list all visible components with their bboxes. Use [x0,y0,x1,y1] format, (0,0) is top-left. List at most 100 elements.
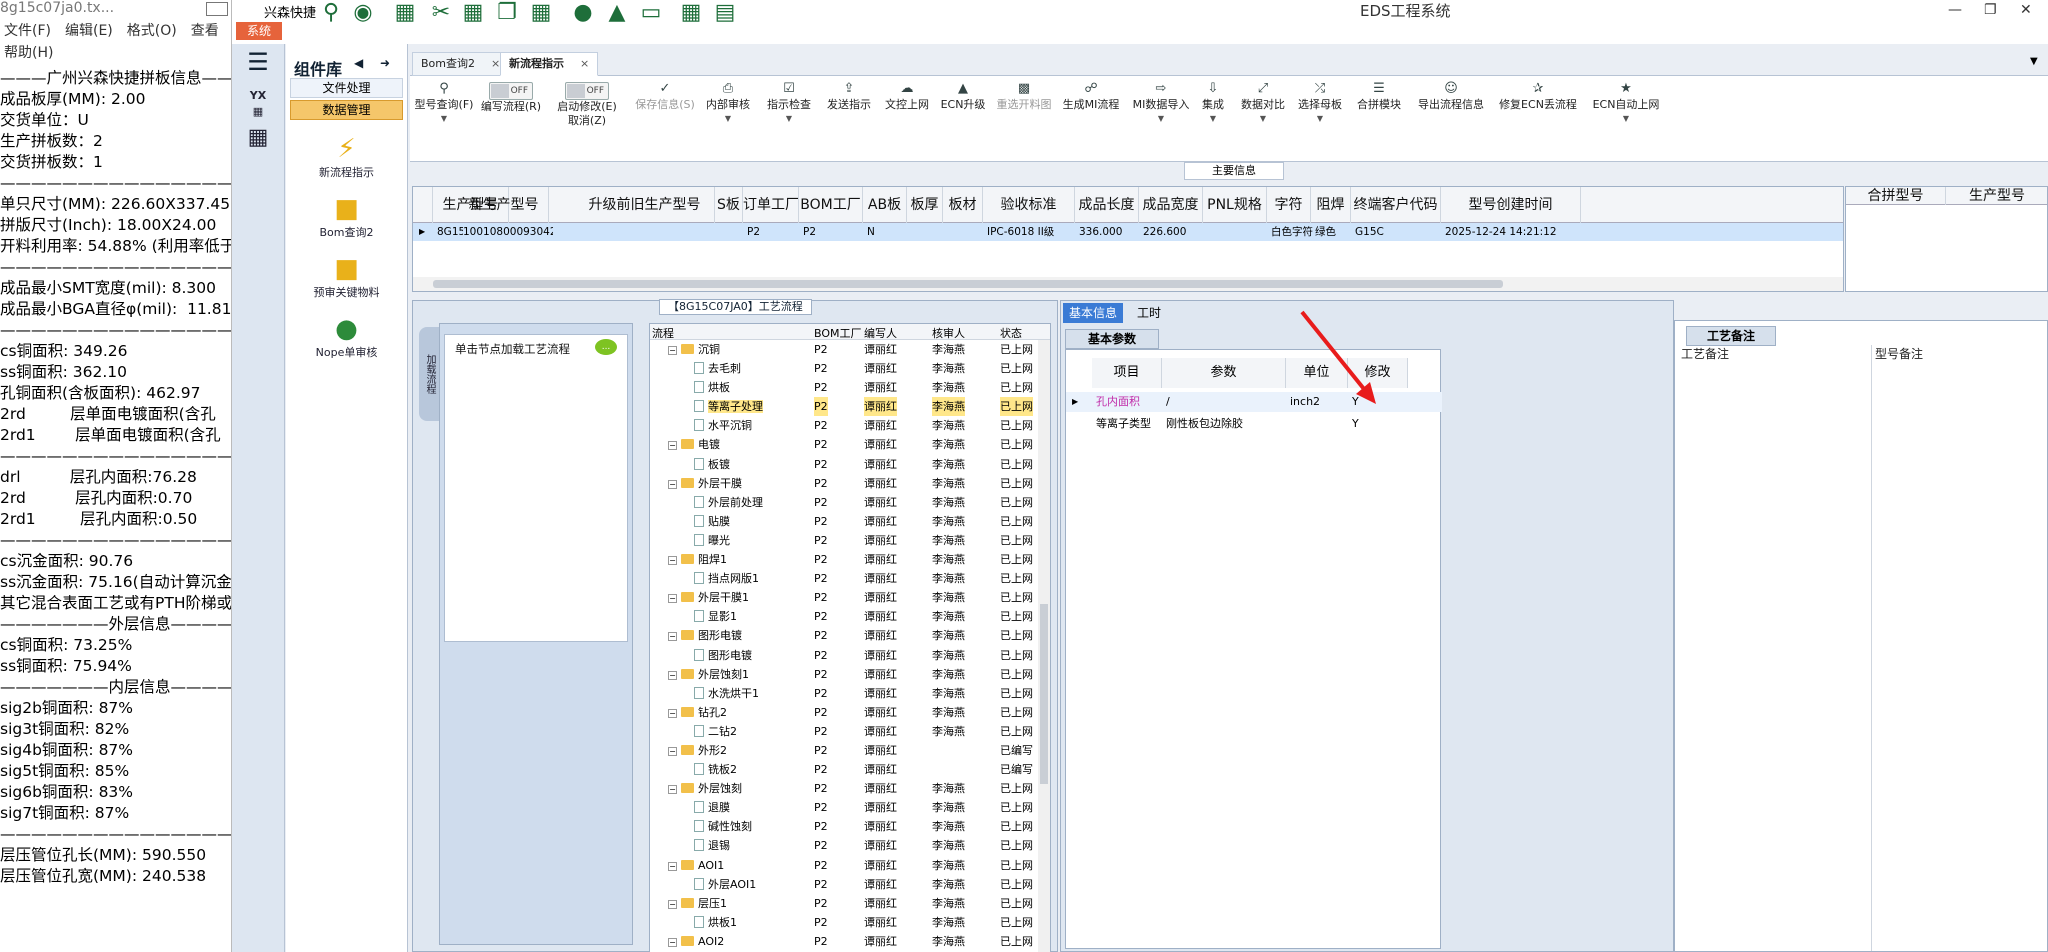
grid-cell[interactable]: 226.600 [1143,223,1207,241]
cancel-label[interactable]: 取消(Z) [568,114,606,127]
data-compare-button[interactable]: ⤢ 数据对比 ▼ [1236,82,1290,150]
grid-col[interactable]: 成品长度 [1075,187,1139,223]
tree-row[interactable]: 贴膜 P2 谭丽红 李海燕 已上网 [650,512,1050,531]
grid-col[interactable]: 验收标准 [983,187,1075,223]
pin-icon[interactable]: ➜ [380,56,390,70]
windows-icon[interactable]: ▦ [678,0,704,26]
grid-icon[interactable]: ▦ [460,0,486,26]
user-icon[interactable]: ● [570,0,596,26]
grid-cell[interactable] [579,223,719,241]
tree-row[interactable]: 烘板1 P2 谭丽红 李海燕 已上网 [650,913,1050,932]
close-icon[interactable]: ✕ [2020,2,2032,18]
ecn-upgrade-button[interactable]: ▲ ECN升级 [938,82,988,150]
maximize-icon[interactable] [206,2,228,16]
grid-col[interactable]: S板 [715,187,743,223]
tree-row[interactable]: − 外形2 P2 谭丽红 已编写 [650,741,1050,760]
model-query-button[interactable]: ⚲ 型号查询(F) ▼ [414,82,474,150]
col-flow[interactable]: 流程 [652,325,674,341]
grid-col[interactable]: 板材 [943,187,983,223]
tab-bom-query2[interactable]: Bom查询2 × [412,52,510,76]
tree-row[interactable]: 铣板2 P2 谭丽红 已编写 [650,760,1050,779]
save-info-button[interactable]: ✓ 保存信息(S) [630,82,700,150]
param-value[interactable]: 刚性板包边除胶 [1166,414,1243,434]
tree-row[interactable]: − 层压1 P2 谭丽红 李海燕 已上网 [650,894,1050,913]
grid-cell[interactable] [1207,223,1271,241]
col-item[interactable]: 项目 [1092,358,1162,388]
tree-row[interactable]: − AOI2 P2 谭丽红 李海燕 已上网 [650,932,1050,951]
edit-flow-toggle[interactable]: OFF 编写流程(R) [476,82,546,150]
section-file-processing[interactable]: 文件处理 [290,78,403,98]
mi-import-button[interactable]: ⇨ MI数据导入 ▼ [1128,82,1194,150]
grid-cell[interactable]: N [867,223,911,241]
col-writer[interactable]: 编写人 [864,325,897,341]
table-icon[interactable]: ▦ [392,0,418,26]
tree-row[interactable]: 退锡 P2 谭丽红 李海燕 已上网 [650,836,1050,855]
expand-icon[interactable]: − [668,899,677,909]
process-note-tab[interactable]: 工艺备注 [1686,326,1776,346]
grid-cell[interactable]: P2 [803,223,867,241]
tree-row[interactable]: 水洗烘干1 P2 谭丽红 李海燕 已上网 [650,684,1050,703]
tree-row[interactable]: − 沉铜 P2 谭丽红 李海燕 已上网 [650,340,1050,359]
grid-cell[interactable]: 白色字符 [1271,223,1315,241]
tree-row[interactable]: − 电镀 P2 谭丽红 李海燕 已上网 [650,435,1050,454]
menu-edit[interactable]: 编辑(E) [65,23,113,39]
tree-row[interactable]: − AOI1 P2 谭丽红 李海燕 已上网 [650,856,1050,875]
tree-row[interactable]: 烘板 P2 谭丽红 李海燕 已上网 [650,378,1050,397]
table-row[interactable]: ▶8G15C07JA010010800093042P2P2NIPC-6018 I… [413,223,1843,241]
expand-icon[interactable]: − [668,746,677,756]
grid-cell[interactable]: 2025-12-24 14:21:12 [1445,223,1585,241]
col-production-model[interactable]: 生产型号 [1946,187,2048,205]
expand-icon[interactable]: − [668,441,677,451]
gen-mi-flow-button[interactable]: ☍ 生成MI流程 [1058,82,1124,150]
tree-row[interactable]: 挡点网版1 P2 谭丽红 李海燕 已上网 [650,569,1050,588]
grid-cell[interactable]: 绿色 [1315,223,1355,241]
system-button[interactable]: 系统 [236,22,282,40]
params-tab[interactable]: 基本参数 [1065,329,1159,349]
tree-row[interactable]: 碱性蚀刻 P2 谭丽红 李海燕 已上网 [650,817,1050,836]
tab-basic-info[interactable]: 基本信息 [1063,303,1124,323]
menu-icon[interactable]: ☰ [232,44,284,80]
grid-cell[interactable] [947,223,987,241]
grid-col[interactable]: 新生产型号 [459,187,549,223]
grid-col[interactable]: 升级前旧生产型号 [575,187,715,223]
tree-row[interactable]: − 外层蚀刻 P2 谭丽红 李海燕 已上网 [650,779,1050,798]
load-flow-tab[interactable]: 加载流程 [419,327,439,421]
menu-help[interactable]: 帮助(H) [4,45,53,61]
table-row[interactable]: ▶ 孔内面积 / inch2 Y [1066,392,1442,412]
close-icon[interactable]: × [580,57,589,70]
grid-col[interactable]: PNL规格 [1203,187,1267,223]
expand-icon[interactable]: − [668,479,677,489]
expand-icon[interactable]: − [668,708,677,718]
item-prereview[interactable]: ■ 预审关键物料 [286,254,407,300]
send-instruction-button[interactable]: ⇪ 发送指示 [822,82,876,150]
expand-icon[interactable]: − [668,346,677,355]
chart-icon[interactable]: ▲ [604,0,630,26]
col-param[interactable]: 参数 [1162,358,1286,388]
item-nope-review[interactable]: ● Nope单审核 [286,314,407,360]
table-row[interactable]: 等离子类型 刚性板包边除胶 Y [1066,414,1442,434]
internal-review-button[interactable]: ⎙ 内部审核 ▼ [702,82,754,150]
tree-row[interactable]: − 钻孔2 P2 谭丽红 李海燕 已上网 [650,703,1050,722]
flow-node-area[interactable]: 单击节点加载工艺流程 ... [444,334,628,642]
apps-icon[interactable]: ▦ [528,0,554,26]
check-instruction-button[interactable]: ☑ 指示检查 ▼ [762,82,816,150]
close-icon[interactable]: × [491,57,500,70]
horizontal-scrollbar[interactable] [413,277,1843,291]
chevron-down-icon[interactable]: ▼ [2030,56,2038,67]
item-new-flow[interactable]: ⚡ 新流程指示 [286,134,407,180]
expand-icon[interactable]: − [668,594,677,604]
toggle-switch[interactable]: OFF [489,82,533,100]
notepad-text[interactable]: ———广州兴森快捷拼板信息—— 成品板厚(MM): 2.00 交货单位：U 生产拼板数… [0,68,231,887]
integration-button[interactable]: ⇩ 集成 ▼ [1198,82,1228,150]
grid-col[interactable]: BOM工厂 [799,187,863,223]
expand-icon[interactable]: − [668,785,677,795]
tree-row[interactable]: 去毛刺 P2 谭丽红 李海燕 已上网 [650,359,1050,378]
tree-row[interactable]: 图形电镀 P2 谭丽红 李海燕 已上网 [650,646,1050,665]
menu-format[interactable]: 格式(O) [127,23,177,39]
fix-ecn-button[interactable]: ✰ 修复ECN丢流程 [1494,82,1582,150]
grid-cell[interactable] [719,223,747,241]
tree-row[interactable]: 二钻2 P2 谭丽红 李海燕 已上网 [650,722,1050,741]
grid-cell[interactable]: G15C [1355,223,1445,241]
upload-doc-button[interactable]: ☁ 文控上网 [880,82,934,150]
tree-row[interactable]: 水平沉铜 P2 谭丽红 李海燕 已上网 [650,416,1050,435]
